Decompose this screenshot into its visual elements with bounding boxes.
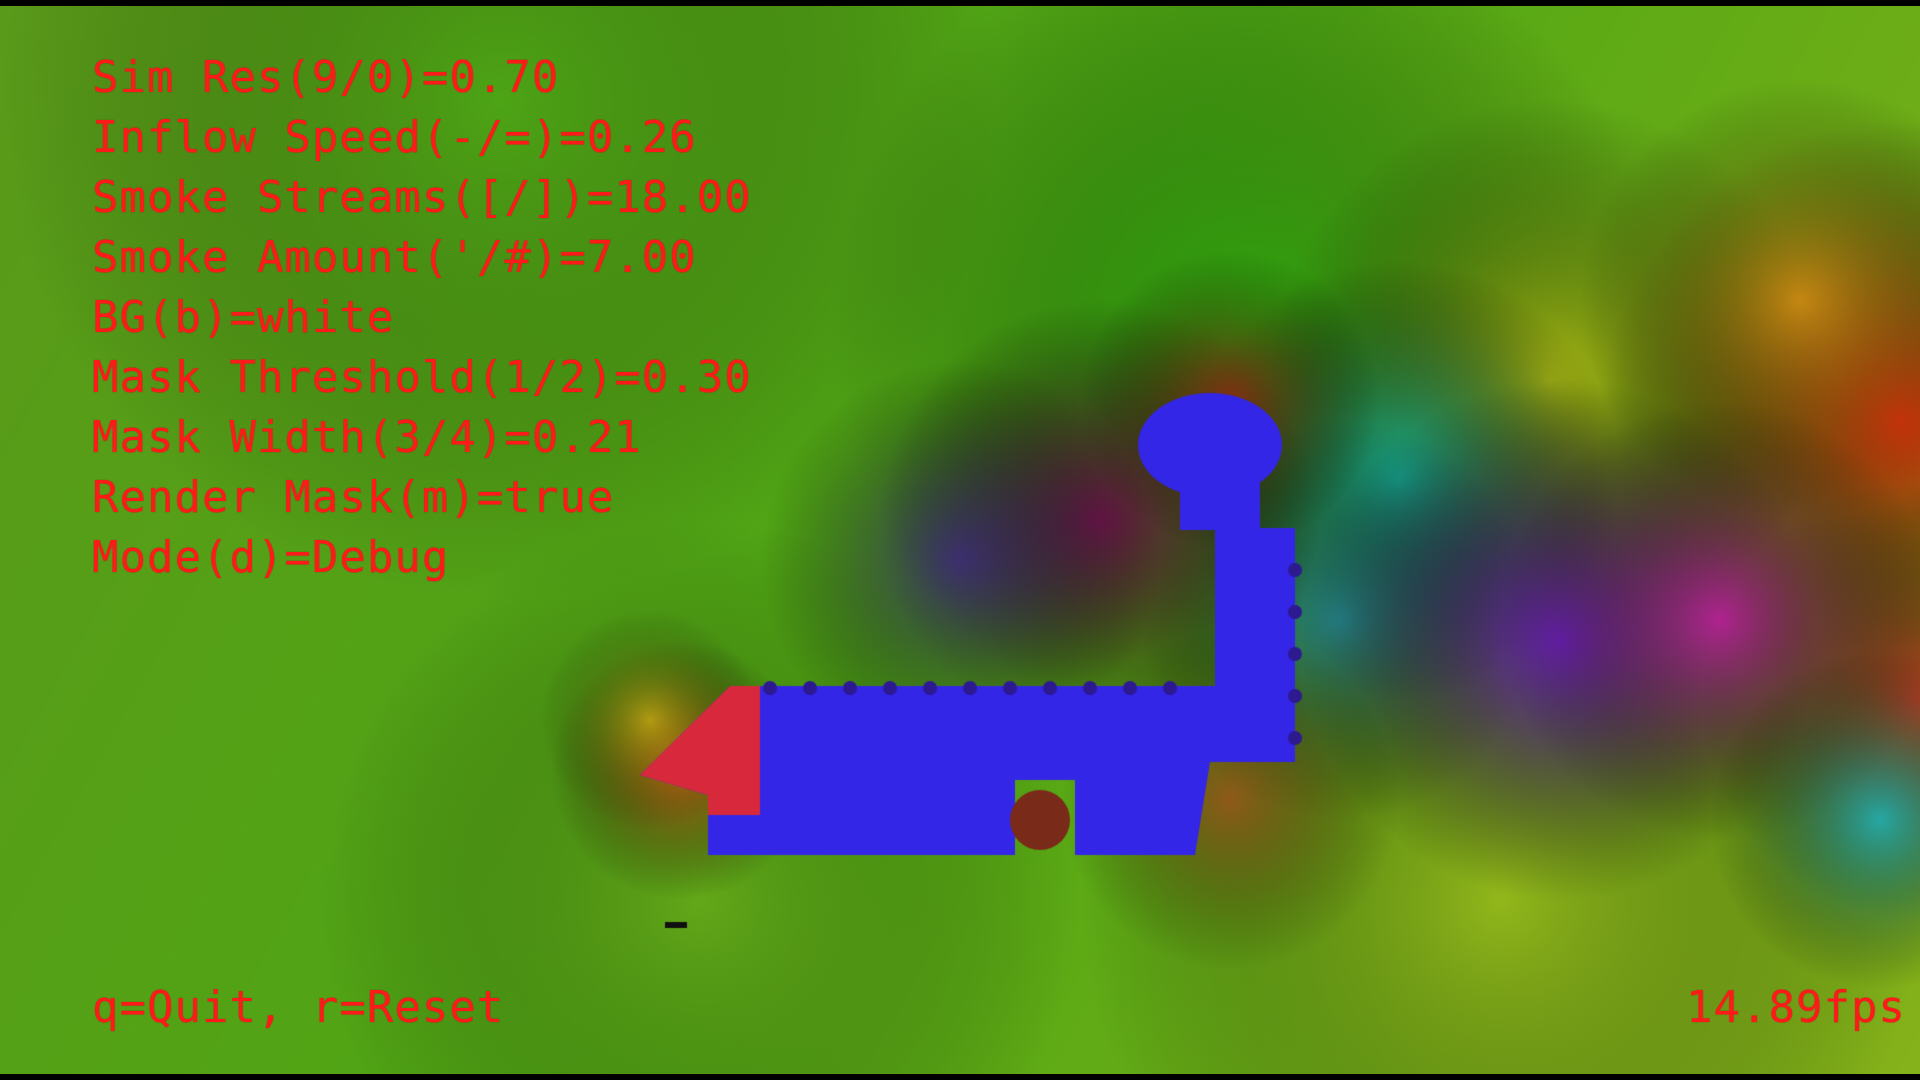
parameter-overlay: Sim Res(9/0)=0.70 Inflow Speed(-/=)=0.26…	[92, 48, 752, 588]
bottom-border	[0, 1074, 1920, 1080]
param-sim-res: Sim Res(9/0)=0.70	[92, 52, 560, 103]
param-mask-threshold: Mask Threshold(1/2)=0.30	[92, 352, 752, 403]
param-background: BG(b)=white	[92, 292, 395, 343]
param-mode: Mode(d)=Debug	[92, 532, 450, 583]
param-render-mask: Render Mask(m)=true	[92, 472, 615, 523]
param-inflow-speed: Inflow Speed(-/=)=0.26	[92, 112, 697, 163]
param-smoke-streams: Smoke Streams([/])=18.00	[92, 172, 752, 223]
param-smoke-amount: Smoke Amount('/#)=7.00	[92, 232, 697, 283]
fps-counter: 14.89fps	[1686, 982, 1906, 1033]
top-border	[0, 0, 1920, 6]
param-mask-width: Mask Width(3/4)=0.21	[92, 412, 642, 463]
help-text: q=Quit, r=Reset	[92, 982, 505, 1033]
simulation-viewport[interactable]: Sim Res(9/0)=0.70 Inflow Speed(-/=)=0.26…	[0, 0, 1920, 1080]
